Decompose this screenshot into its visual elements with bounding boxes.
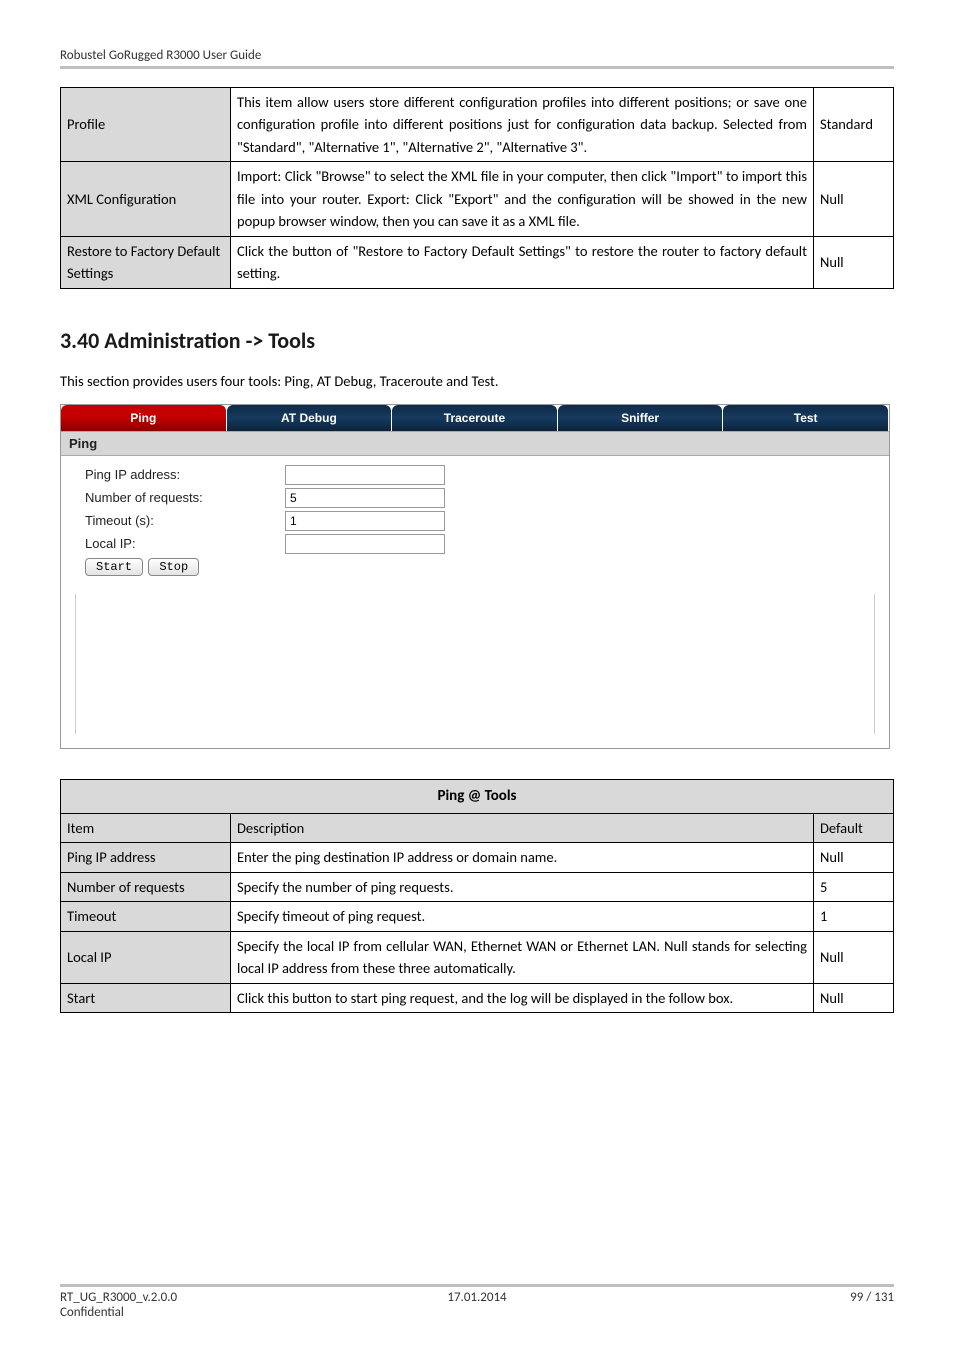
intro-text: This section provides users four tools: … xyxy=(60,372,894,390)
cell-name: Start xyxy=(61,983,231,1012)
timeout-input[interactable] xyxy=(285,511,445,531)
table-row: XML Configuration Import: Click "Browse"… xyxy=(61,162,894,236)
tab-bar: Ping AT Debug Traceroute Sniffer Test xyxy=(61,405,889,431)
cell-default: Null xyxy=(814,236,894,288)
tools-screenshot: Ping AT Debug Traceroute Sniffer Test Pi… xyxy=(60,404,890,749)
tab-atdebug[interactable]: AT Debug xyxy=(227,405,392,431)
table-row: Ping IP address Enter the ping destinati… xyxy=(61,843,894,872)
cell-name: Timeout xyxy=(61,902,231,931)
cell-name: Number of requests xyxy=(61,872,231,901)
cell-name: Local IP xyxy=(61,931,231,983)
panel-title: Ping xyxy=(61,431,889,456)
ping-ip-label: Ping IP address: xyxy=(85,467,285,482)
tab-sniffer[interactable]: Sniffer xyxy=(558,405,723,431)
cell-default: 5 xyxy=(814,872,894,901)
cell-name: Profile xyxy=(61,88,231,162)
cell-desc: Click this button to start ping request,… xyxy=(231,983,814,1012)
cell-desc: Import: Click "Browse" to select the XML… xyxy=(231,162,814,236)
stop-button[interactable]: Stop xyxy=(148,558,199,576)
table-title: Ping @ Tools xyxy=(61,779,894,813)
page-footer: RT_UG_R3000_v.2.0.0 Confidential 17.01.2… xyxy=(60,1284,894,1320)
ping-ip-input[interactable] xyxy=(285,465,445,485)
cell-desc: This item allow users store different co… xyxy=(231,88,814,162)
start-button[interactable]: Start xyxy=(85,558,143,576)
table-row: Restore to Factory Default Settings Clic… xyxy=(61,236,894,288)
table-row: Timeout Specify timeout of ping request.… xyxy=(61,902,894,931)
cell-default: Standard xyxy=(814,88,894,162)
cell-default: Null xyxy=(814,983,894,1012)
tab-traceroute[interactable]: Traceroute xyxy=(392,405,557,431)
tab-ping[interactable]: Ping xyxy=(61,405,226,431)
ping-tools-table: Ping @ Tools Item Description Default Pi… xyxy=(60,779,894,1014)
cell-default: Null xyxy=(814,162,894,236)
local-ip-label: Local IP: xyxy=(85,536,285,551)
table-header-row: Item Description Default xyxy=(61,814,894,843)
table-row: Number of requests Specify the number of… xyxy=(61,872,894,901)
local-ip-input[interactable] xyxy=(285,534,445,554)
cell-desc: Enter the ping destination IP address or… xyxy=(231,843,814,872)
ping-output-box xyxy=(75,594,875,734)
cell-desc: Click the button of "Restore to Factory … xyxy=(231,236,814,288)
timeout-label: Timeout (s): xyxy=(85,513,285,528)
cell-name: XML Configuration xyxy=(61,162,231,236)
section-heading: 3.40 Administration -> Tools xyxy=(60,327,894,354)
num-requests-input[interactable] xyxy=(285,488,445,508)
ping-form: Ping IP address: Number of requests: Tim… xyxy=(61,456,889,586)
table-row: Start Click this button to start ping re… xyxy=(61,983,894,1012)
config-table: Profile This item allow users store diff… xyxy=(60,87,894,289)
cell-default: Null xyxy=(814,843,894,872)
page-header: Robustel GoRugged R3000 User Guide xyxy=(60,48,894,69)
cell-desc: Specify the number of ping requests. xyxy=(231,872,814,901)
cell-name: Restore to Factory Default Settings xyxy=(61,236,231,288)
cell-desc: Specify timeout of ping request. xyxy=(231,902,814,931)
cell-name: Ping IP address xyxy=(61,843,231,872)
tab-test[interactable]: Test xyxy=(723,405,888,431)
table-row: Profile This item allow users store diff… xyxy=(61,88,894,162)
cell-default: Null xyxy=(814,931,894,983)
cell-desc: Specify the local IP from cellular WAN, … xyxy=(231,931,814,983)
header-desc: Description xyxy=(231,814,814,843)
num-requests-label: Number of requests: xyxy=(85,490,285,505)
cell-default: 1 xyxy=(814,902,894,931)
table-row: Local IP Specify the local IP from cellu… xyxy=(61,931,894,983)
header-item: Item xyxy=(61,814,231,843)
footer-center: 17.01.2014 xyxy=(60,1290,894,1305)
header-default: Default xyxy=(814,814,894,843)
